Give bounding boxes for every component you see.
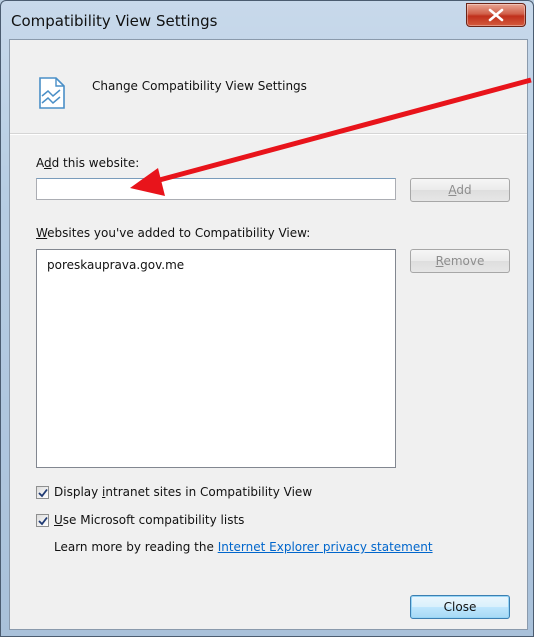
learn-more-text: Learn more by reading the Internet Explo… <box>54 540 433 554</box>
intranet-label[interactable]: Display intranet sites in Compatibility … <box>54 485 312 499</box>
close-icon <box>488 8 504 22</box>
intranet-checkbox[interactable] <box>36 486 49 499</box>
add-website-input[interactable] <box>36 178 396 200</box>
window-close-button[interactable] <box>466 3 526 27</box>
ms-compat-lists-checkbox[interactable] <box>36 514 49 527</box>
compatibility-page-icon <box>39 77 65 109</box>
list-item[interactable]: poreskauprava.gov.me <box>47 258 184 272</box>
add-website-label: Add this website: <box>36 156 140 170</box>
remove-button[interactable]: Remove <box>410 249 510 273</box>
dialog-body: Change Compatibility View Settings Add t… <box>9 39 528 630</box>
checkmark-icon <box>38 516 48 526</box>
header-text: Change Compatibility View Settings <box>92 79 307 93</box>
websites-listbox[interactable]: poreskauprava.gov.me <box>36 249 396 468</box>
privacy-statement-link[interactable]: Internet Explorer privacy statement <box>218 540 433 554</box>
add-button[interactable]: Add <box>410 178 510 202</box>
close-button[interactable]: Close <box>410 595 510 619</box>
separator <box>10 133 527 135</box>
websites-list-label: Websites you've added to Compatibility V… <box>36 226 311 240</box>
window-title: Compatibility View Settings <box>11 12 218 30</box>
dialog-window: Compatibility View Settings Change Compa… <box>0 0 534 637</box>
checkmark-icon <box>38 488 48 498</box>
title-bar[interactable]: Compatibility View Settings <box>1 1 533 39</box>
ms-compat-lists-label[interactable]: Use Microsoft compatibility lists <box>54 513 244 527</box>
